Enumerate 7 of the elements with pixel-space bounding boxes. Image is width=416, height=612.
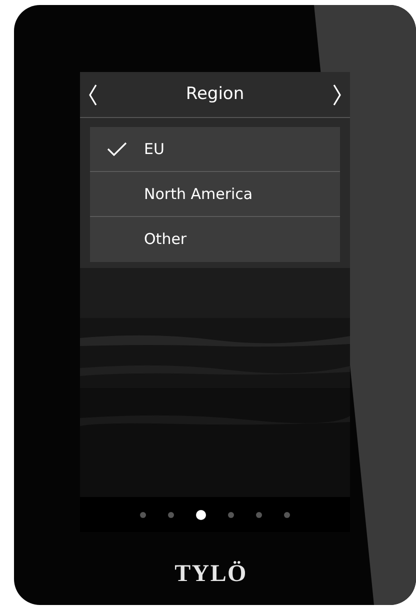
region-option[interactable]: Other bbox=[90, 217, 340, 262]
brand-logo: TYLÖ bbox=[174, 560, 248, 589]
screen-title: Region bbox=[186, 82, 244, 106]
region-option[interactable]: EU bbox=[90, 127, 340, 172]
forward-chevron-icon[interactable] bbox=[332, 84, 342, 106]
region-option[interactable]: North America bbox=[90, 172, 340, 217]
back-chevron-icon[interactable] bbox=[88, 84, 98, 106]
